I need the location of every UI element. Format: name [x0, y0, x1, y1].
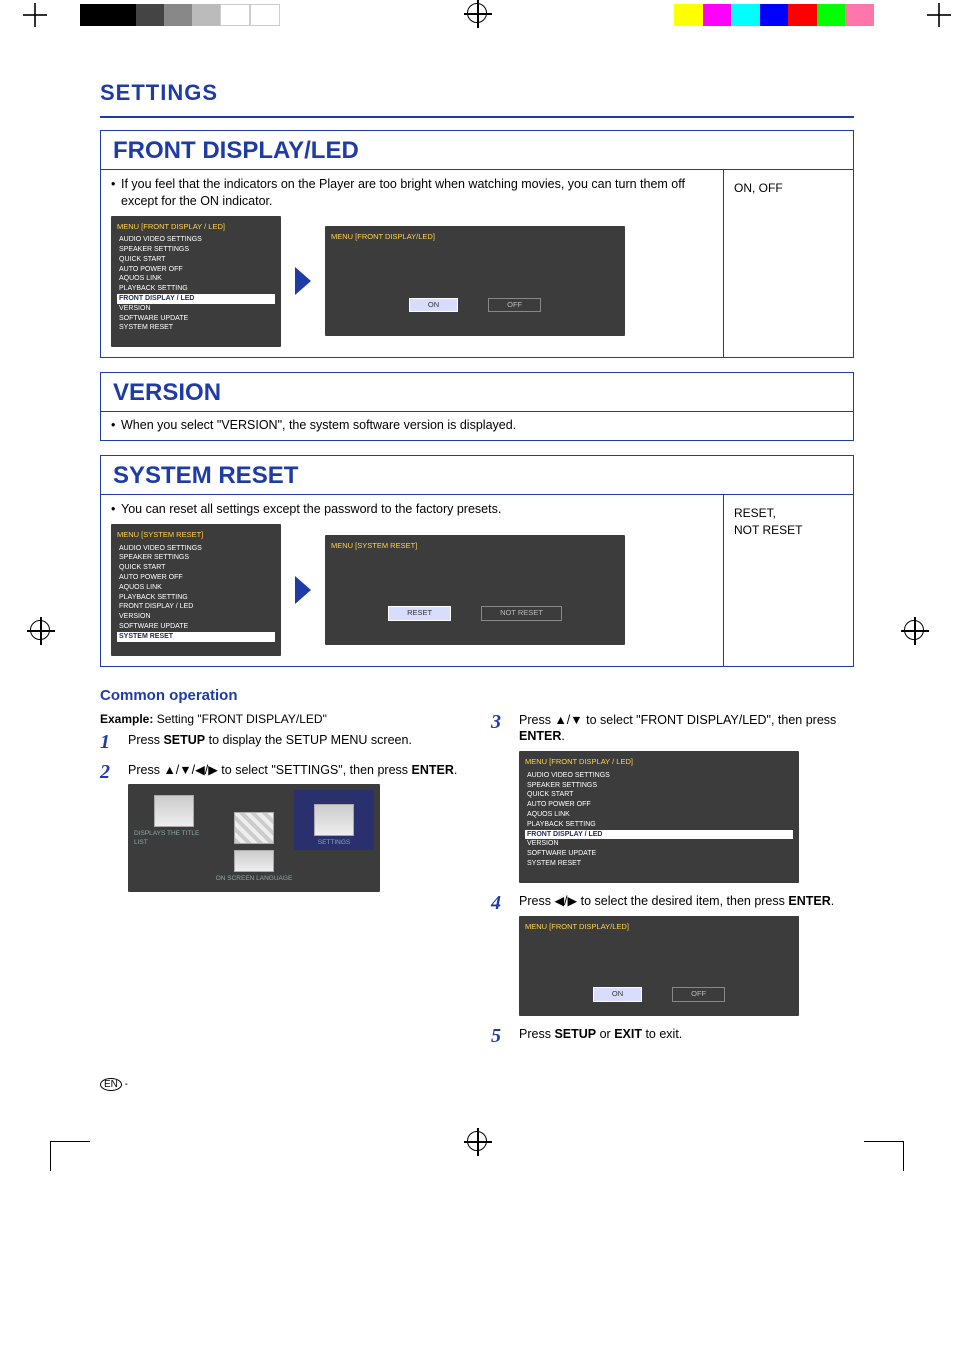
fdl-opt-off: OFF — [488, 298, 541, 313]
osd-fdl-menu: MENU [FRONT DISPLAY / LED] AUDIO VIDEO S… — [111, 216, 281, 347]
step-1: 1 Press SETUP to display the SETUP MENU … — [100, 732, 463, 752]
osd-step4: MENU [FRONT DISPLAY/LED] ON OFF — [519, 916, 799, 1016]
sr-opt-reset: RESET — [388, 606, 451, 621]
fdl-opt-on: ON — [409, 298, 458, 313]
common-op-heading: Common operation — [100, 687, 854, 704]
fdl-values: ON, OFF — [723, 170, 853, 357]
arrow-right-icon — [295, 267, 311, 295]
step4-opt-off: OFF — [672, 987, 725, 1002]
sr-desc: You can reset all settings except the pa… — [111, 501, 713, 518]
fdl-desc: If you feel that the indicators on the P… — [111, 176, 713, 210]
setup-menu-graphic: DISPLAYS THE TITLE LIST SETTINGS ON SCRE… — [128, 784, 380, 892]
section-title-settings: SETTINGS — [100, 80, 854, 106]
crop-mark-left — [30, 620, 50, 645]
section-version: VERSION •When you select "VERSION", the … — [100, 372, 854, 441]
osd-step3: MENU [FRONT DISPLAY / LED] AUDIO VIDEO S… — [519, 751, 799, 882]
crop-mark-right — [904, 620, 924, 645]
version-desc: When you select "VERSION", the system so… — [121, 418, 516, 432]
print-registration-bottom — [0, 1111, 954, 1171]
step-2: 2 Press ▲/▼/◀/▶ to select "SETTINGS", th… — [100, 762, 463, 893]
version-title: VERSION — [101, 373, 853, 411]
osd-fdl-options: MENU [FRONT DISPLAY/LED] ON OFF — [325, 226, 625, 336]
section-front-display-led: FRONT DISPLAY/LED If you feel that the i… — [100, 130, 854, 358]
example-line: Example: Setting "FRONT DISPLAY/LED" — [100, 712, 463, 726]
sr-title: SYSTEM RESET — [101, 456, 853, 494]
sr-values: RESET, NOT RESET — [723, 495, 853, 665]
fdl-menu-list: AUDIO VIDEO SETTINGS SPEAKER SETTINGS QU… — [117, 235, 275, 333]
step-3: 3 Press ▲/▼ to select "FRONT DISPLAY/LED… — [491, 712, 854, 883]
osd-sr-options: MENU [SYSTEM RESET] RESET NOT RESET — [325, 535, 625, 645]
page-footer: EN - — [100, 1078, 854, 1091]
print-registration-top — [0, 0, 954, 30]
arrow-right-icon — [295, 576, 311, 604]
step-5: 5 Press SETUP or EXIT to exit. — [491, 1026, 854, 1046]
manual-page: SETTINGS FRONT DISPLAY/LED If you feel t… — [70, 30, 884, 1111]
section-system-reset: SYSTEM RESET You can reset all settings … — [100, 455, 854, 666]
fdl-title: FRONT DISPLAY/LED — [101, 131, 853, 169]
step4-opt-on: ON — [593, 987, 642, 1002]
step-4: 4 Press ◀/▶ to select the desired item, … — [491, 893, 854, 1016]
osd-sr-menu: MENU [SYSTEM RESET] AUDIO VIDEO SETTINGS… — [111, 524, 281, 655]
sr-opt-notreset: NOT RESET — [481, 606, 562, 621]
